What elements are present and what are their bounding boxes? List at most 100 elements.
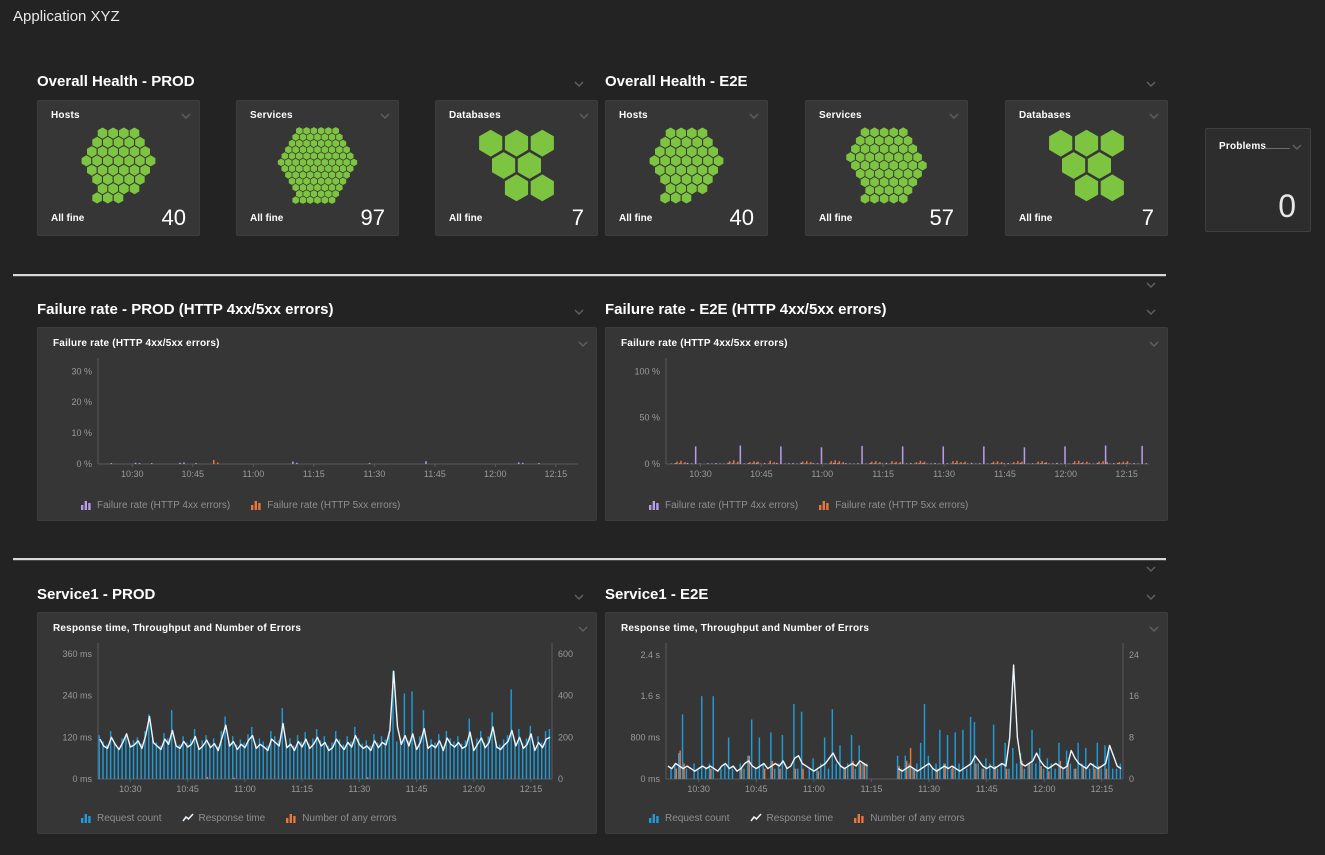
- service-e2e-chart[interactable]: 2.4 s1.6 s800 ms0 ms24168010:3010:4511:0…: [614, 639, 1159, 799]
- svg-text:10 %: 10 %: [71, 428, 92, 438]
- chevron-down-icon[interactable]: [575, 336, 591, 352]
- svg-text:10:30: 10:30: [119, 784, 142, 794]
- svg-text:800 ms: 800 ms: [630, 733, 660, 743]
- health-tile-hosts-prod[interactable]: Hosts All fine 40: [37, 100, 200, 236]
- bar-series-icon: [648, 812, 660, 824]
- failure-rate-e2e-chart[interactable]: 100 %50 %0 %10:3010:4511:0011:1511:3011:…: [614, 354, 1159, 484]
- chevron-down-icon[interactable]: [1146, 621, 1162, 637]
- status-label: All fine: [1019, 213, 1052, 224]
- svg-text:360 ms: 360 ms: [62, 649, 92, 659]
- svg-text:11:30: 11:30: [933, 469, 955, 479]
- status-label: All fine: [250, 213, 283, 224]
- chevron-down-icon[interactable]: [946, 108, 962, 124]
- svg-text:1.6 s: 1.6 s: [640, 691, 660, 701]
- legend-label: Failure rate (HTTP 4xx errors): [665, 500, 798, 511]
- honeycomb: [816, 126, 957, 205]
- section-divider: [13, 558, 1166, 561]
- section-title-service-prod: Service1 - PROD: [37, 586, 155, 603]
- honeycomb: [247, 126, 388, 205]
- section-divider: [13, 274, 1166, 277]
- legend-label: Failure rate (HTTP 5xx errors): [267, 500, 400, 511]
- chart-tile-failure-prod[interactable]: Failure rate (HTTP 4xx/5xx errors) 30 %2…: [37, 327, 597, 521]
- svg-text:12:00: 12:00: [1055, 469, 1078, 479]
- legend-item[interactable]: Request count: [80, 812, 162, 824]
- bar-series-icon: [80, 499, 92, 511]
- chart-title: Response time, Throughput and Number of …: [53, 623, 301, 634]
- legend-label: Response time: [767, 813, 834, 824]
- chevron-down-icon[interactable]: [1143, 76, 1159, 92]
- chevron-down-icon[interactable]: [571, 589, 587, 605]
- health-tile-databases-e2e[interactable]: Databases All fine 7: [1005, 100, 1168, 236]
- chevron-down-icon[interactable]: [571, 76, 587, 92]
- svg-text:12:15: 12:15: [545, 469, 568, 479]
- dashboard: Application XYZ Overall Health - PROD Ov…: [0, 0, 1325, 855]
- honeycomb: [616, 126, 757, 205]
- legend-label: Failure rate (HTTP 4xx errors): [97, 500, 230, 511]
- legend-label: Response time: [199, 813, 266, 824]
- chart-tile-service-prod[interactable]: Response time, Throughput and Number of …: [37, 612, 597, 834]
- svg-text:0 ms: 0 ms: [640, 774, 660, 784]
- problems-sparkline: [1264, 148, 1290, 149]
- svg-text:11:15: 11:15: [303, 469, 325, 479]
- chart-tile-service-e2e[interactable]: Response time, Throughput and Number of …: [605, 612, 1168, 834]
- chevron-down-icon[interactable]: [1146, 108, 1162, 124]
- failure-rate-prod-chart[interactable]: 30 %20 %10 %0 %10:3010:4511:0011:1511:30…: [46, 354, 588, 484]
- svg-text:10:30: 10:30: [687, 784, 710, 794]
- svg-text:10:30: 10:30: [121, 469, 144, 479]
- tile-title: Hosts: [619, 110, 648, 121]
- legend-item[interactable]: Response time: [750, 812, 834, 824]
- service-prod-chart[interactable]: 360 ms240 ms120 ms0 ms600400200010:3010:…: [46, 639, 588, 799]
- chevron-down-icon[interactable]: [1143, 277, 1159, 293]
- svg-text:12:15: 12:15: [1091, 784, 1114, 794]
- chart-tile-failure-e2e[interactable]: Failure rate (HTTP 4xx/5xx errors) 100 %…: [605, 327, 1168, 521]
- entity-count: 7: [1142, 205, 1154, 231]
- health-tile-services-prod[interactable]: Services All fine 97: [236, 100, 399, 236]
- chart-title: Failure rate (HTTP 4xx/5xx errors): [621, 338, 788, 349]
- health-tile-hosts-e2e[interactable]: Hosts All fine 40: [605, 100, 768, 236]
- legend-item[interactable]: Request count: [648, 812, 730, 824]
- bar-series-icon: [853, 812, 865, 824]
- chevron-down-icon[interactable]: [377, 108, 393, 124]
- chevron-down-icon[interactable]: [178, 108, 194, 124]
- entity-count: 57: [930, 205, 954, 231]
- health-tile-databases-prod[interactable]: Databases All fine 7: [435, 100, 598, 236]
- legend-item[interactable]: Number of any errors: [285, 812, 396, 824]
- chevron-down-icon[interactable]: [576, 108, 592, 124]
- entity-count: 7: [572, 205, 584, 231]
- svg-text:16: 16: [1129, 691, 1139, 701]
- problems-tile[interactable]: Problems 0: [1205, 128, 1311, 232]
- svg-text:600: 600: [558, 649, 573, 659]
- chevron-down-icon[interactable]: [1289, 139, 1305, 155]
- svg-text:240 ms: 240 ms: [62, 691, 92, 701]
- chevron-down-icon[interactable]: [1146, 336, 1162, 352]
- honeycomb: [48, 126, 189, 205]
- svg-text:0 ms: 0 ms: [72, 774, 92, 784]
- tile-title: Databases: [449, 110, 501, 121]
- svg-text:12:00: 12:00: [463, 784, 486, 794]
- line-series-icon: [750, 812, 762, 824]
- legend-item[interactable]: Failure rate (HTTP 4xx errors): [648, 499, 798, 511]
- entity-count: 97: [361, 205, 385, 231]
- honeycomb: [1016, 126, 1157, 205]
- svg-text:11:45: 11:45: [424, 469, 446, 479]
- legend-label: Number of any errors: [870, 813, 964, 824]
- legend-item[interactable]: Response time: [182, 812, 266, 824]
- legend-item[interactable]: Failure rate (HTTP 5xx errors): [250, 499, 400, 511]
- svg-text:11:00: 11:00: [234, 784, 256, 794]
- chevron-down-icon[interactable]: [1143, 561, 1159, 577]
- svg-text:11:45: 11:45: [976, 784, 998, 794]
- legend-item[interactable]: Failure rate (HTTP 4xx errors): [80, 499, 230, 511]
- svg-text:11:15: 11:15: [861, 784, 883, 794]
- status-label: All fine: [619, 213, 652, 224]
- chevron-down-icon[interactable]: [575, 621, 591, 637]
- legend-item[interactable]: Failure rate (HTTP 5xx errors): [818, 499, 968, 511]
- chevron-down-icon[interactable]: [1143, 304, 1159, 320]
- health-tile-services-e2e[interactable]: Services All fine 57: [805, 100, 968, 236]
- svg-text:50 %: 50 %: [639, 413, 660, 423]
- legend-item[interactable]: Number of any errors: [853, 812, 964, 824]
- chart-legend: Failure rate (HTTP 4xx errors) Failure ra…: [648, 499, 968, 511]
- chevron-down-icon[interactable]: [746, 108, 762, 124]
- svg-text:11:30: 11:30: [918, 784, 940, 794]
- chevron-down-icon[interactable]: [571, 304, 587, 320]
- chevron-down-icon[interactable]: [1143, 589, 1159, 605]
